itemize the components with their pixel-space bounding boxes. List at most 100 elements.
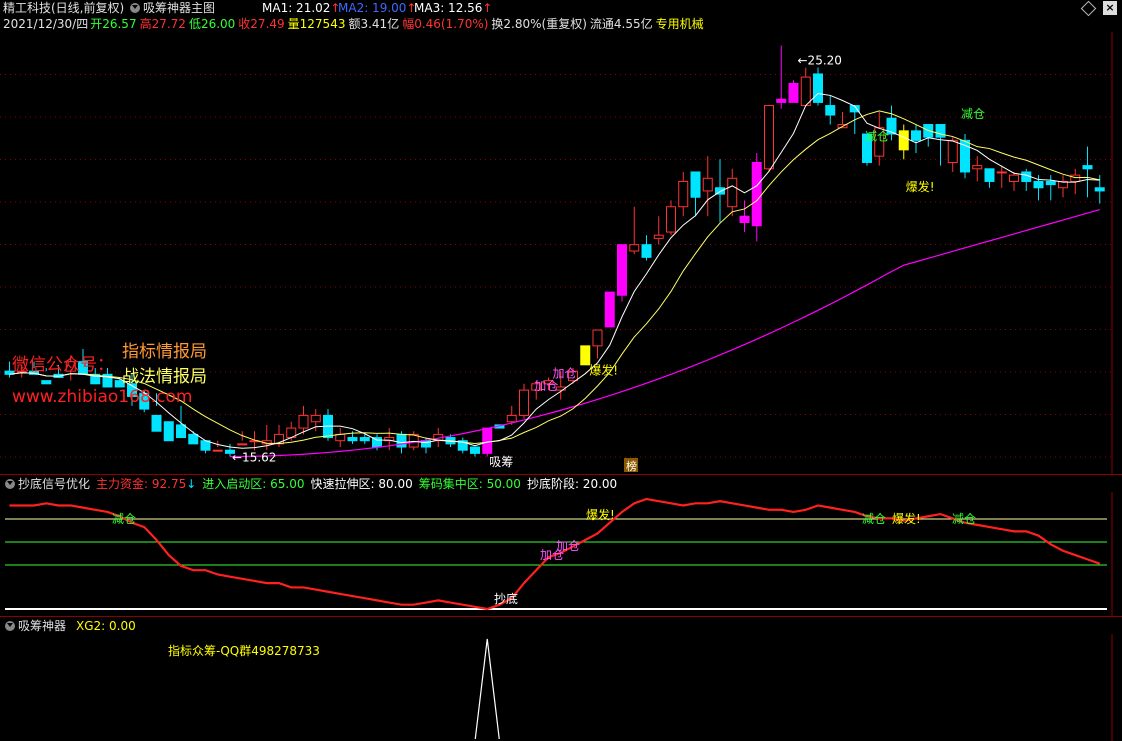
candle [470,446,480,457]
quote-high: 高27.72 [139,17,186,31]
quote-close: 收27.49 [238,17,285,31]
candle [776,45,787,109]
signal-chart[interactable]: 减仓 爆发!加仓加仓减仓 爆发! 减仓抄底 [0,492,1122,616]
candle [163,421,174,442]
watermark-line3: 战法情报局 [122,367,207,387]
candle [617,244,627,302]
chip-zone-label: 筹码集中区: 50.00 [418,477,521,491]
candle [188,431,199,445]
bang-label: 榜 [626,459,637,473]
xichou-signal: 吸筹 [489,455,513,469]
jiancang-signal: 减仓 [112,512,136,526]
candle [580,345,591,366]
xichou-chart[interactable] [0,634,1122,741]
indicator-selector[interactable]: 吸筹神器主图 [128,0,215,16]
candle [702,156,713,217]
candle [641,235,652,261]
quote-open: 开26.57 [90,17,137,31]
quote-bar: 2021/12/30/四 开26.57 高27.72 低26.00 收27.49 量127… [0,16,1122,32]
candle [604,291,615,328]
candle [200,440,211,454]
candle [1045,175,1056,201]
jiancang-signal: 减仓 [862,512,886,526]
candle [176,405,186,439]
candle [727,168,738,217]
quote-float: 流通4.55亿 [589,17,653,31]
main-chart[interactable]: ←25.20←15.62 吸筹加仓加仓 爆发!爆发!减仓减仓榜 [0,32,1122,474]
ma2-label: MA2: 19.00↑ [338,1,417,15]
watermark-url: www.zhibiao168.com [12,387,193,407]
xg2-line [474,638,500,740]
panel2-header: 抄底信号优化 主力资金: 92.75↓ 进入启动区: 65.00 快速拉伸区: 80.… [0,476,1122,492]
panel3-dropdown-icon[interactable] [5,621,15,631]
diamond-icon[interactable] [1080,0,1097,17]
candle [519,383,529,419]
candle [408,431,419,451]
candle [457,437,468,454]
candle [1082,146,1093,198]
stock-name: 精工科技(日线,前复权) [3,1,125,15]
candle [960,134,970,179]
xg2-label: XG2: 0.00 [76,619,136,633]
baofa-signal: 爆发! [586,507,615,522]
candle [592,329,603,359]
candle [825,96,836,125]
candle [813,67,823,106]
candle [935,124,946,166]
candle [996,165,1007,188]
candle [384,428,395,451]
candle [212,440,223,452]
panel2-dropdown-icon[interactable] [5,479,15,489]
candle [1009,171,1019,191]
quote-amount: 额3.41亿 [348,17,400,31]
high-price-label: ←25.20 [798,53,842,67]
close-icon[interactable]: × [1103,1,1117,15]
candle [715,159,725,223]
jiacang-signal: 加仓 [534,379,558,393]
quote-date: 2021/12/30/四 [3,17,89,31]
jiancang-signal: 减仓 [865,129,889,143]
candle [1058,175,1068,198]
candle [898,124,909,160]
quote-change: 幅0.46(1.70%) [402,17,489,31]
baofa-signal: 爆发! [892,511,921,526]
candle [764,105,774,172]
title-bar: 精工科技(日线,前复权) 吸筹神器主图 MA1: 21.02↑ MA2: 19.… [0,0,1122,17]
baofa-signal: 爆发! [906,179,935,194]
bottom-stage-label: 抄底阶段: 20.00 [526,477,618,491]
ma1-label: MA1: 21.02↑ [262,1,341,15]
candle [666,200,676,236]
main-fund-label: 主力资金: 92.75 [96,477,187,491]
dropdown-icon [130,3,140,13]
candle [237,431,248,446]
candle [800,67,811,107]
panel2-name: 抄底信号优化 [18,477,91,491]
candle [923,124,934,147]
quote-volume: 量127543 [287,17,346,31]
candle [788,80,799,103]
quote-low: 低26.00 [188,17,236,31]
candle [335,428,346,448]
low-price-label: ←15.62 [232,450,276,464]
candle [690,171,701,217]
candle [984,168,995,188]
candle [911,124,921,153]
chaodi-signal: 抄底 [494,591,518,606]
jiancang-signal: 减仓 [961,107,985,121]
baofa-signal: 爆发! [589,362,618,377]
candle [678,171,689,217]
panel3-header: 吸筹神器 XG2: 0.00 [0,618,1122,634]
quote-industry: 专用机械 [655,17,704,31]
jiacang-signal: 加仓 [556,539,580,553]
watermark-line1: 指标情报局 [122,342,207,362]
candle [653,216,664,245]
ma3-label: MA3: 12.56↑ [414,1,493,15]
candle [739,200,750,233]
enter-zone-label: 进入启动区: 65.00 [202,477,305,491]
candle [629,206,640,255]
candle [837,111,848,129]
watermark-line2: 微信公众号： [12,355,114,375]
jiacang-signal: 加仓 [553,366,577,380]
indicator-name: 吸筹神器主图 [143,1,216,15]
fast-zone-label: 快速拉伸区: 80.00 [310,477,413,491]
